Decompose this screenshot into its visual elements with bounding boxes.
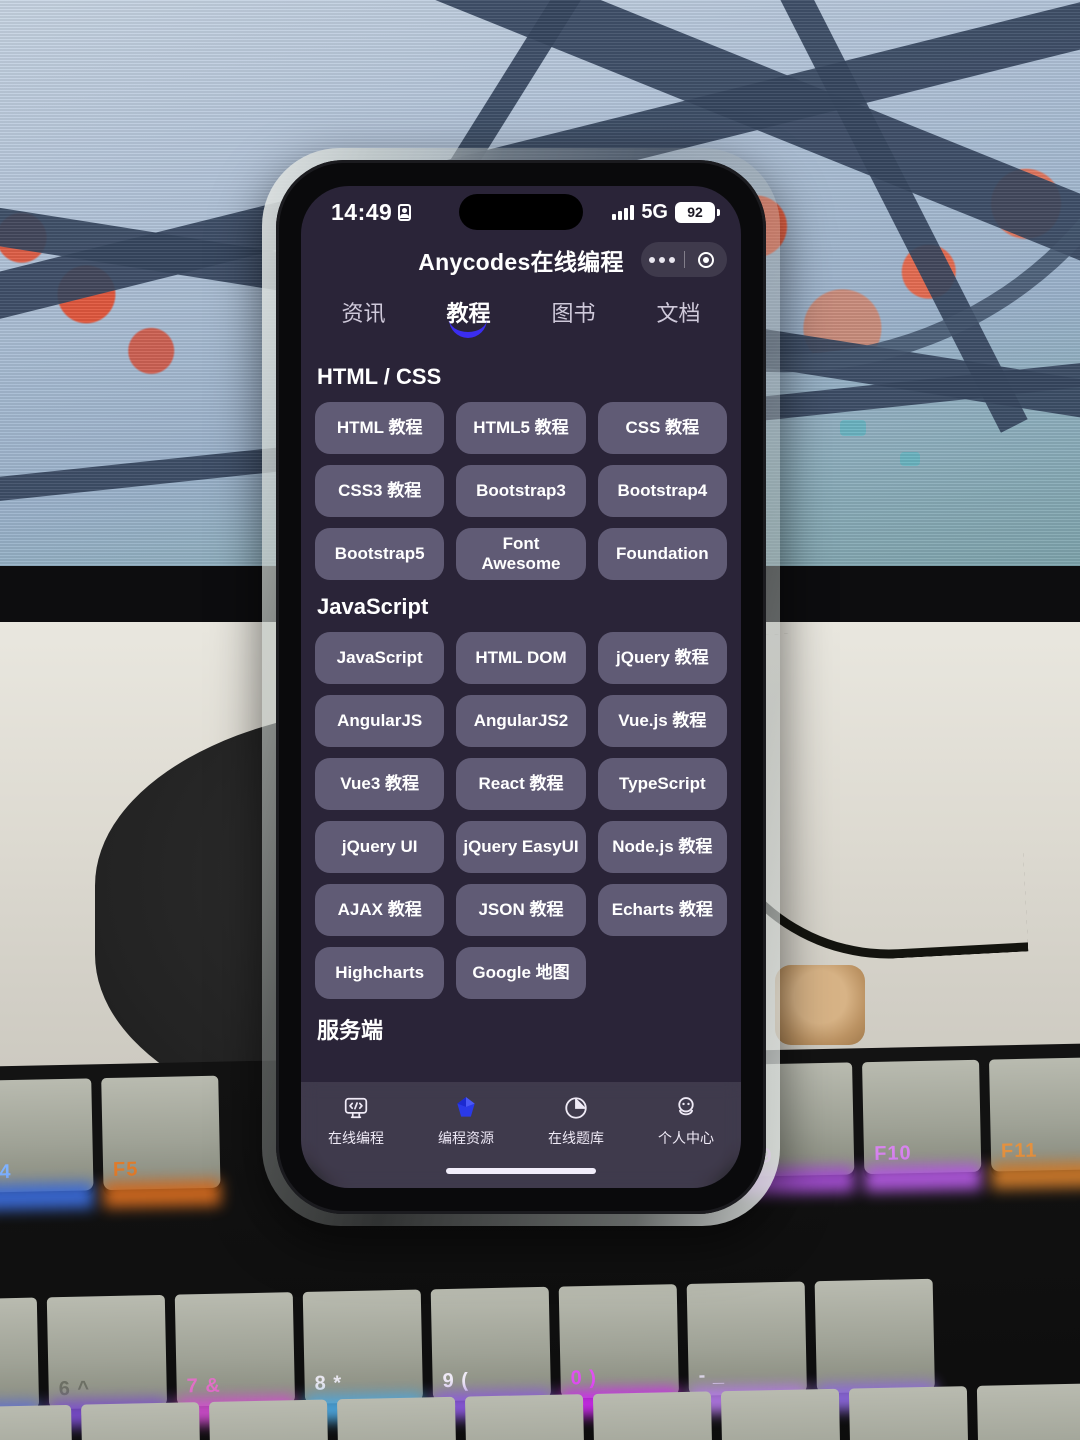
tab-jiaocheng[interactable]: 教程 <box>446 296 490 340</box>
status-time-group: 14:49 <box>331 198 412 226</box>
key-9: 9 ( <box>430 1286 552 1420</box>
chip-item[interactable]: Echarts 教程 <box>597 884 727 936</box>
tabbar-label: 个人中心 <box>658 1130 714 1146</box>
chip-item[interactable]: AJAX 教程 <box>315 884 445 936</box>
key-row3 <box>592 1391 714 1440</box>
app-navbar: Anycodes在线编程 <box>301 232 741 288</box>
key-minus: - _ <box>686 1281 808 1414</box>
tabbar-label: 编程资源 <box>438 1130 494 1146</box>
section-title-html-css: HTML / CSS <box>317 364 442 389</box>
tabbar-item-coding-resources[interactable]: 编程资源 <box>411 1094 521 1148</box>
status-bar: 14:49 5G 92 <box>301 186 741 232</box>
chip-item[interactable]: TypeScript <box>597 758 727 810</box>
page-title: Anycodes在线编程 <box>418 249 624 275</box>
chip-item[interactable]: AngularJS2 <box>456 695 586 747</box>
bottom-tabbar[interactable]: 在线编程 编程资源 在线题库 个人中心 <box>301 1082 741 1188</box>
signal-bars-icon <box>612 204 635 220</box>
section-title-javascript: JavaScript <box>317 594 429 619</box>
chip-item[interactable]: CSS 教程 <box>597 402 727 454</box>
miniprogram-capsule[interactable] <box>641 242 727 277</box>
monitor-code-icon <box>342 1094 370 1122</box>
chip-item[interactable]: HTML DOM <box>456 632 586 684</box>
chip-item[interactable]: Google 地图 <box>456 947 586 999</box>
chip-item[interactable]: Vue.js 教程 <box>597 695 727 747</box>
chip-item[interactable]: JSON 教程 <box>456 884 586 936</box>
key-equals <box>814 1278 936 1412</box>
chip-item[interactable]: jQuery EasyUI <box>456 821 586 873</box>
key-row3 <box>848 1386 970 1440</box>
key-f4: F4 <box>0 1078 94 1211</box>
key-row3 <box>464 1394 586 1440</box>
chip-item[interactable]: jQuery UI <box>315 821 445 873</box>
chip-item[interactable]: JavaScript <box>315 632 445 684</box>
key-row3 <box>720 1388 842 1440</box>
tabbar-item-online-coding[interactable]: 在线编程 <box>301 1094 411 1148</box>
desk-sticker <box>775 965 865 1045</box>
key-7: 7 & <box>174 1292 296 1425</box>
chip-item[interactable]: Node.js 教程 <box>597 821 727 873</box>
chip-item[interactable]: Vue3 教程 <box>315 758 445 810</box>
key-8: 8 * <box>302 1289 424 1422</box>
dynamic-island <box>459 194 583 230</box>
phone-screen: 14:49 5G 92 Anycodes在线编程 资讯 教程 图书 文档 HTM… <box>301 186 741 1188</box>
key-row3 <box>0 1404 74 1440</box>
tutorial-list[interactable]: HTML / CSS HTML 教程 HTML5 教程 CSS 教程 CSS3 … <box>301 344 741 1154</box>
chip-item[interactable]: CSS3 教程 <box>315 465 445 517</box>
key-f11: F11 <box>989 1057 1080 1190</box>
key-row3 <box>336 1396 458 1440</box>
tabbar-item-question-bank[interactable]: 在线题库 <box>521 1094 631 1148</box>
pie-chart-icon <box>562 1094 590 1122</box>
chip-item[interactable]: Bootstrap5 <box>315 528 445 580</box>
network-label: 5G <box>641 200 668 223</box>
key-row3 <box>209 1399 330 1440</box>
chip-item[interactable]: AngularJS <box>315 695 445 747</box>
chip-item[interactable]: Bootstrap3 <box>456 465 586 517</box>
section-grid-javascript[interactable]: JavaScript HTML DOM jQuery 教程 AngularJS … <box>315 632 727 999</box>
chip-item[interactable]: HTML 教程 <box>315 402 445 454</box>
status-time: 14:49 <box>331 198 393 225</box>
tab-zixun[interactable]: 资讯 <box>341 296 385 340</box>
key-row3 <box>976 1383 1080 1440</box>
battery-indicator: 92 <box>675 201 720 223</box>
key-f10: F10 <box>862 1059 982 1193</box>
key-6: 6 ^ <box>46 1294 168 1428</box>
key-row3 <box>81 1402 202 1440</box>
person-icon <box>672 1094 700 1122</box>
more-dots-icon[interactable] <box>641 256 684 263</box>
key-percent: % <box>0 1297 40 1430</box>
tabbar-label: 在线编程 <box>328 1130 384 1146</box>
lock-icon <box>398 203 412 221</box>
chip-item[interactable]: React 教程 <box>456 758 586 810</box>
section-grid-html-css[interactable]: HTML 教程 HTML5 教程 CSS 教程 CSS3 教程 Bootstra… <box>315 402 727 580</box>
chip-item[interactable]: HTML5 教程 <box>456 402 586 454</box>
gem-icon <box>452 1094 480 1122</box>
desk-scene-photo: F4 F5 F9 F10 F11 <box>0 0 1080 1440</box>
section-title-server: 服务端 <box>317 1018 384 1043</box>
tab-tushu[interactable]: 图书 <box>551 296 595 340</box>
key-0: 0 ) <box>558 1284 680 1417</box>
chip-item[interactable]: Font Awesome <box>456 528 586 580</box>
category-tabs[interactable]: 资讯 教程 图书 文档 <box>301 288 741 344</box>
tabbar-label: 在线题库 <box>548 1130 604 1146</box>
target-circle-icon[interactable] <box>685 251 728 268</box>
chip-item[interactable]: jQuery 教程 <box>597 632 727 684</box>
home-indicator <box>446 1168 596 1174</box>
chip-item[interactable]: Foundation <box>597 528 727 580</box>
key-f5: F5 <box>101 1075 221 1209</box>
status-right-group: 5G 92 <box>612 200 720 224</box>
chip-item[interactable]: Highcharts <box>315 947 445 999</box>
tabbar-item-profile[interactable]: 个人中心 <box>631 1094 741 1148</box>
chip-item[interactable]: Bootstrap4 <box>597 465 727 517</box>
tab-wendang[interactable]: 文档 <box>656 296 700 340</box>
